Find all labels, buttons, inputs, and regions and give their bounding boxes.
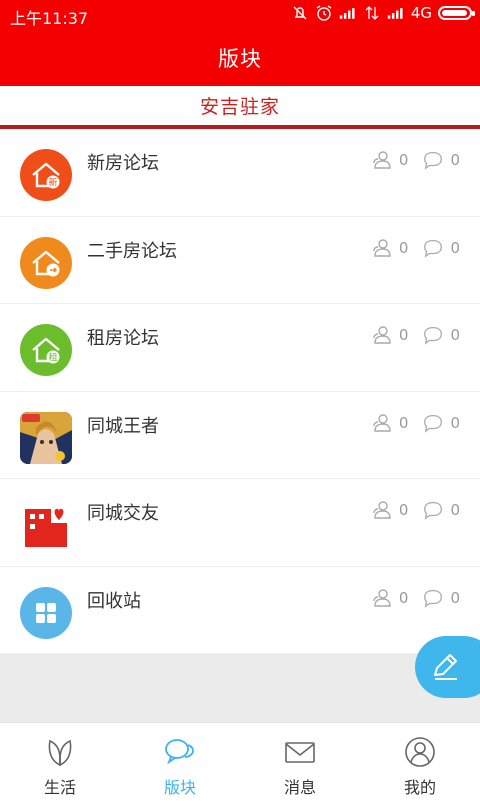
forum-name: 回收站: [87, 590, 141, 612]
comments-count: 0: [450, 151, 460, 169]
forum-stats: 0 0: [371, 499, 460, 521]
nav-item-forums[interactable]: 版块: [120, 723, 240, 801]
pencil-icon: [434, 654, 457, 680]
second-hand-house-icon: [20, 236, 72, 289]
envelope-icon: [285, 742, 315, 763]
comment-icon: [424, 589, 443, 608]
forum-list: 新 新房论坛 0 0 二手房论坛 0 0 租 租房论坛 0 0 同城王者 0 0…: [0, 129, 480, 654]
alarm-clock-icon: [316, 5, 332, 21]
nav-label: 消息: [283, 778, 316, 797]
users-icon: [373, 326, 391, 344]
users-count: 0: [398, 151, 409, 169]
battery-level: [442, 10, 467, 16]
empty-area: [0, 654, 480, 722]
users-icon: [373, 413, 391, 432]
leaf-icon: [48, 739, 72, 767]
nav-item-mine[interactable]: 我的: [360, 723, 480, 801]
forum-badge: 新: [48, 177, 57, 189]
battery-icon: [438, 6, 475, 20]
users-count: 0: [398, 588, 409, 607]
users-count: 0: [398, 501, 409, 519]
game-hero-icon: [20, 411, 72, 464]
forum-name: 同城交友: [87, 503, 159, 524]
comments-count: 0: [450, 588, 460, 607]
forum-stats: 0 0: [371, 324, 460, 346]
nav-item-life[interactable]: 生活: [0, 723, 120, 801]
comments-count: 0: [450, 238, 460, 257]
forum-row[interactable]: 二手房论坛 0 0: [0, 216, 480, 304]
section-tab[interactable]: 安吉驻家: [0, 86, 480, 129]
users-count: 0: [398, 326, 409, 344]
forum-name: 二手房论坛: [87, 240, 177, 262]
comment-icon: [424, 239, 443, 258]
new-house-icon: 新: [20, 149, 72, 201]
grid-icon: [20, 586, 72, 639]
forum-stats: 0 0: [371, 587, 460, 609]
app-header: 版块: [0, 30, 480, 86]
comments-count: 0: [450, 326, 460, 344]
users-count: 0: [398, 238, 409, 257]
forum-name: 新房论坛: [87, 153, 159, 174]
forum-row[interactable]: 同城王者 0 0: [0, 391, 480, 479]
comment-icon: [424, 414, 443, 433]
house-icon: 租: [32, 337, 60, 364]
forum-stats: 0 0: [371, 412, 460, 434]
data-transfer-icon: [365, 6, 379, 20]
building-heart-icon: [25, 508, 67, 547]
forum-row[interactable]: 租 租房论坛 0 0: [0, 304, 480, 392]
comment-icon: [424, 152, 443, 170]
forum-name: 租房论坛: [87, 328, 159, 349]
comments-count: 0: [450, 413, 460, 432]
users-icon: [373, 238, 391, 257]
forum-row[interactable]: 回收站 0 0: [0, 566, 480, 654]
comments-count: 0: [450, 501, 460, 519]
users-count: 0: [398, 413, 409, 432]
chat-bubbles-icon: [165, 739, 194, 765]
nav-label: 版块: [163, 778, 196, 797]
users-icon: [373, 588, 391, 607]
forum-row[interactable]: 同城交友 0 0: [0, 479, 480, 567]
network-type: 4G: [410, 4, 432, 22]
page-title: 版块: [218, 47, 262, 71]
bottom-nav: 生活 版块 消息 我的: [0, 722, 480, 801]
forum-stats: 0 0: [371, 237, 460, 259]
building-heart-icon: [20, 499, 72, 551]
nav-label: 我的: [403, 778, 436, 797]
forum-stats: 0 0: [371, 149, 460, 171]
signal-icon: [387, 8, 403, 19]
user-icon: [405, 737, 435, 767]
forum-badge: 租: [48, 353, 57, 364]
rental-house-icon: 租: [20, 324, 72, 376]
status-bar: 上午11:37 4G: [0, 0, 480, 30]
house-icon: [32, 250, 60, 276]
nav-label: 生活: [43, 778, 76, 797]
forum-row[interactable]: 新 新房论坛 0 0: [0, 129, 480, 217]
comment-icon: [424, 502, 443, 520]
section-tab-label: 安吉驻家: [199, 96, 280, 118]
comment-icon: [424, 327, 443, 345]
signal-icon: [339, 8, 355, 19]
grid-icon: [36, 602, 56, 623]
game-hero-icon: [20, 411, 72, 464]
nav-item-messages[interactable]: 消息: [240, 723, 360, 801]
users-icon: [373, 501, 391, 519]
status-icons: 4G: [291, 4, 475, 22]
alarm-off-icon: [293, 6, 307, 20]
compose-button[interactable]: [415, 636, 480, 698]
status-time: 上午11:37: [10, 9, 89, 28]
forum-name: 同城王者: [87, 415, 159, 437]
house-icon: 新: [32, 162, 60, 189]
users-icon: [373, 151, 391, 169]
